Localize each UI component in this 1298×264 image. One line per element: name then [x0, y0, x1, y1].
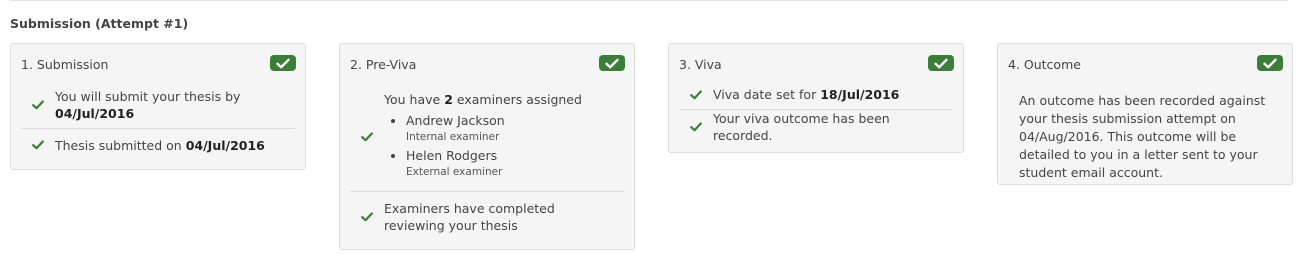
check-icon: [21, 100, 55, 110]
check-badge-icon: [599, 55, 625, 71]
examiner-role: Internal examiner: [406, 131, 500, 143]
list-item: You will submit your thesis by 04/Jul/201…: [21, 82, 295, 129]
outcome-text: An outcome has been recorded against you…: [1019, 93, 1266, 180]
top-divider: [10, 0, 1288, 1]
card-title: 2. Pre-Viva: [350, 57, 417, 72]
examiner-name: Andrew Jackson: [406, 113, 505, 128]
check-icon: [21, 140, 55, 150]
card-title: 3. Viva: [679, 57, 722, 72]
list-item: You have 2 examiners assigned Andrew Jac…: [350, 82, 624, 192]
card-viva: 3. Viva Viva date set for 18/Jul/2016 Yo…: [668, 43, 964, 153]
check-icon: [350, 212, 384, 222]
examiner-item: Andrew Jackson Internal examiner: [406, 112, 582, 145]
examiners-summary: You have 2 examiners assigned: [384, 92, 582, 107]
date-value: 18/Jul/2016: [820, 87, 900, 102]
check-icon: [679, 122, 713, 132]
examiner-list: Andrew Jackson Internal examiner Helen Ro…: [384, 112, 582, 180]
card-title: 4. Outcome: [1008, 57, 1081, 72]
card-title: 1. Submission: [21, 57, 109, 72]
list-item: Your viva outcome has been recorded.: [679, 110, 953, 144]
examiner-role: External examiner: [406, 166, 503, 178]
check-badge-icon: [270, 55, 296, 71]
check-badge-icon: [928, 55, 954, 71]
list-item: Thesis submitted on 04/Jul/2016: [21, 129, 295, 161]
card-submission: 1. Submission You will submit your thesi…: [10, 43, 306, 170]
card-outcome: 4. Outcome An outcome has been recorded …: [997, 43, 1293, 185]
section-title: Submission (Attempt #1): [10, 16, 189, 31]
item-text: Your viva outcome has been recorded.: [713, 111, 890, 143]
date-value: 04/Jul/2016: [185, 137, 265, 153]
list-item: Viva date set for 18/Jul/2016: [679, 80, 953, 110]
check-badge-icon: [1257, 55, 1283, 71]
check-icon: [679, 89, 713, 100]
examiner-item: Helen Rodgers External examiner: [406, 147, 582, 180]
examiner-name: Helen Rodgers: [406, 148, 498, 163]
list-item: Examiners have completed reviewing your …: [350, 192, 624, 242]
item-text: Thesis submitted on: [55, 137, 182, 153]
item-text: You will submit your thesis by: [55, 89, 241, 104]
check-icon: [350, 131, 384, 142]
card-pre-viva: 2. Pre-Viva You have 2 examiners assigne…: [339, 43, 635, 250]
item-text: Viva date set for: [713, 87, 817, 102]
date-value: 04/Jul/2016: [55, 106, 135, 121]
review-status: Examiners have completed reviewing your …: [384, 201, 555, 233]
